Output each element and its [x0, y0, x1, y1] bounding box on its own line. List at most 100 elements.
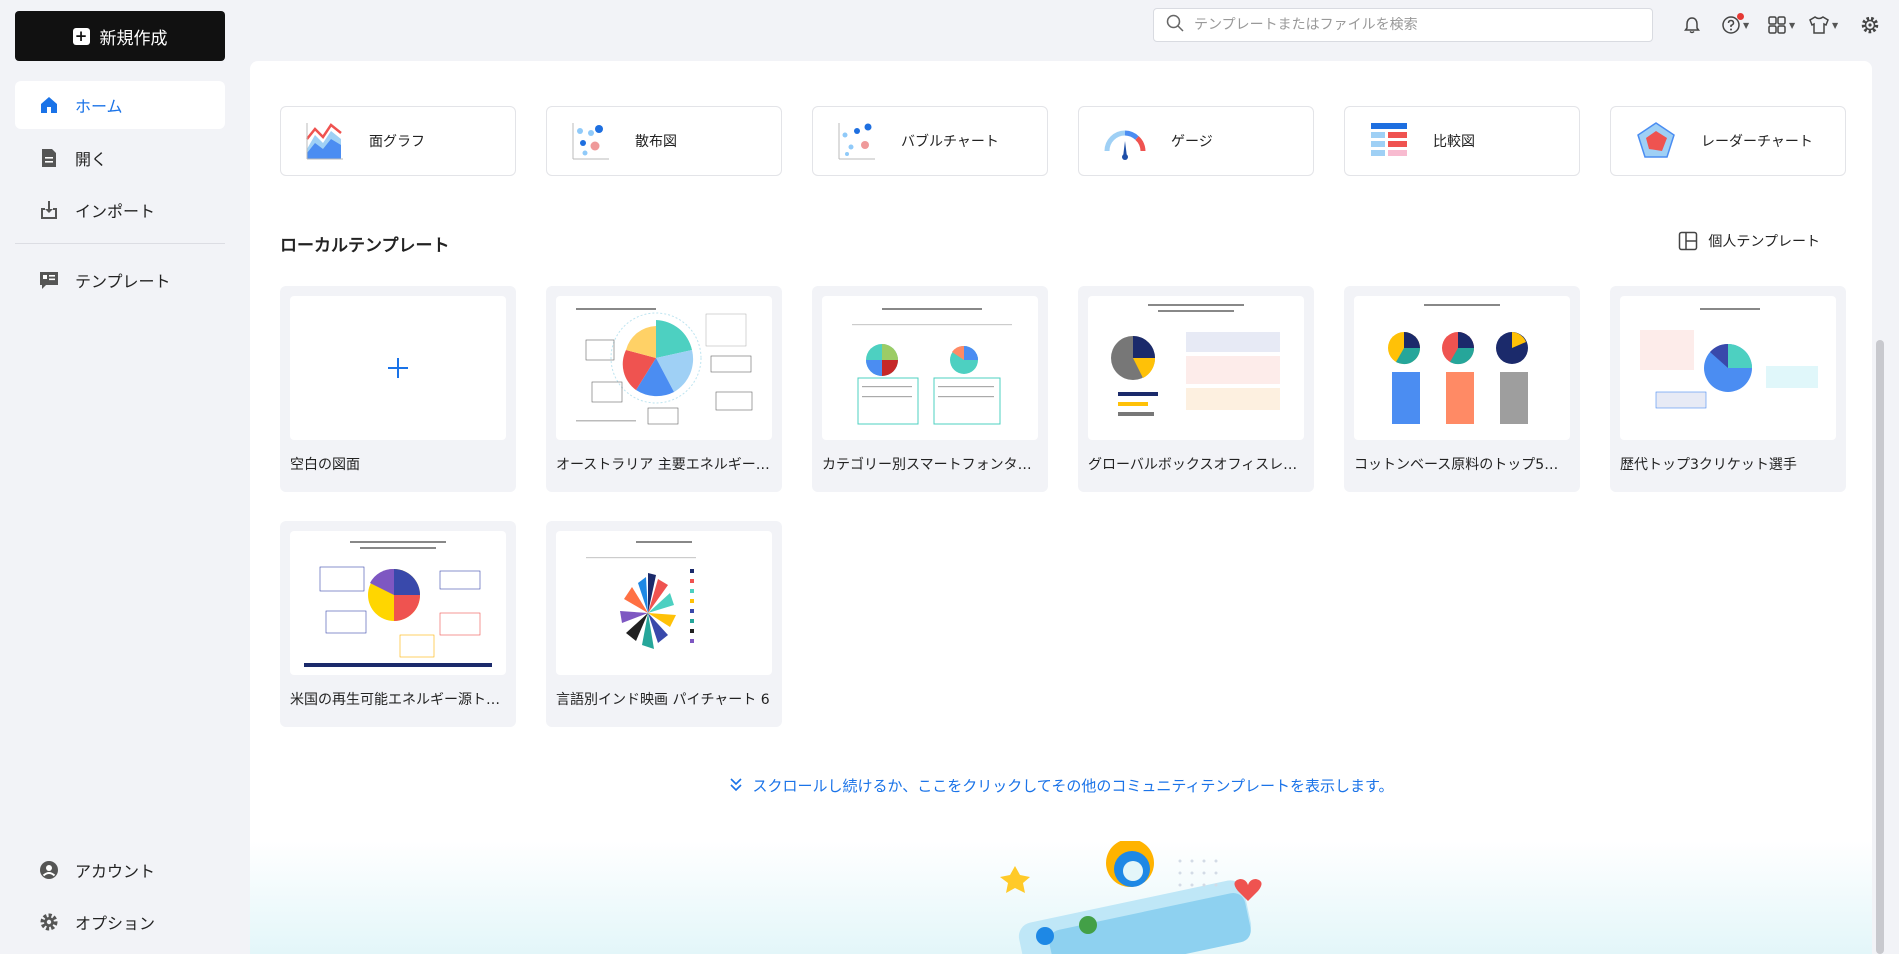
chart-type-bubble[interactable]: バブルチャート: [812, 106, 1048, 176]
search-icon: [1166, 14, 1184, 36]
decorative-illustration-icon: [1000, 839, 1262, 954]
sidebar-item-templates[interactable]: テンプレート: [15, 256, 225, 304]
template-name: カテゴリー別スマートフォンタブレット...: [822, 457, 1038, 473]
sidebar-item-import[interactable]: インポート: [15, 186, 225, 234]
renewable-pie-thumbnail-icon: [304, 541, 492, 667]
chart-type-label: 面グラフ: [369, 134, 425, 150]
search-input[interactable]: [1194, 17, 1634, 33]
chart-type-label: 散布図: [635, 134, 677, 150]
template-name: 空白の図面: [290, 457, 360, 473]
dual-pie-thumbnail-icon: [852, 308, 1012, 425]
new-document-label: 新規作成: [99, 28, 168, 49]
template-name: グローバルボックスオフィスレコードオブ...: [1088, 457, 1304, 473]
template-card[interactable]: 歴代トップ3クリケット選手: [1610, 286, 1846, 492]
rose-pie-thumbnail-icon: [576, 308, 753, 425]
new-document-button[interactable]: + 新規作成: [15, 11, 225, 61]
sidebar-item-open[interactable]: 開く: [15, 134, 225, 182]
comparison-chart-icon: [1371, 123, 1407, 156]
chart-type-comparison[interactable]: 比較図: [1344, 106, 1580, 176]
cricket-pie-thumbnail-icon: [1640, 308, 1818, 409]
template-card[interactable]: グローバルボックスオフィスレコードオブ...: [1078, 286, 1314, 492]
sidebar-item-label: 開く: [75, 150, 108, 169]
account-icon: [39, 860, 59, 880]
community-banner: [250, 839, 1872, 954]
vertical-scrollbar[interactable]: [1876, 340, 1884, 954]
sidebar: + 新規作成 ホーム 開く インポート テンプレート アカウント オプション: [0, 0, 250, 954]
more-community-templates-link[interactable]: スクロールし続けるか、ここをクリックしてその他のコミュニティテンプレートを表示し…: [250, 775, 1872, 796]
chart-type-radar[interactable]: レーダーチャート: [1610, 106, 1846, 176]
chart-type-area[interactable]: 面グラフ: [280, 106, 516, 176]
chart-type-label: ゲージ: [1171, 134, 1213, 150]
gauge-icon: [1104, 130, 1146, 160]
template-card[interactable]: オーストラリア 主要エネルギー消費 ...: [546, 286, 782, 492]
chevron-down-icon: ▼: [1832, 20, 1839, 30]
template-card[interactable]: 言語別インド映画 パイチャート 6: [546, 521, 782, 727]
radar-chart-icon: [1637, 122, 1675, 158]
file-icon: [39, 148, 59, 168]
sidebar-item-label: テンプレート: [75, 272, 171, 291]
chart-type-label: 比較図: [1433, 134, 1475, 150]
box-office-thumbnail-icon: [1111, 304, 1280, 416]
personal-templates-button[interactable]: 個人テンプレート: [1678, 231, 1820, 251]
layout-icon: [1679, 231, 1698, 251]
personal-templates-label: 個人テンプレート: [1708, 234, 1820, 250]
plus-icon: [388, 358, 408, 378]
local-templates-title: ローカルテンプレート: [280, 236, 450, 256]
template-thumbnail: [556, 296, 772, 440]
gear-icon: [39, 912, 59, 932]
template-card[interactable]: コットンベース原料のトップ5輸出国 ...: [1344, 286, 1580, 492]
template-thumbnail: [1088, 296, 1304, 440]
template-card[interactable]: 米国の再生可能エネルギー源トッ...: [280, 521, 516, 727]
sidebar-item-label: インポート: [75, 202, 156, 221]
chevron-down-icon: ▼: [1789, 20, 1796, 30]
sidebar-item-label: オプション: [75, 914, 156, 933]
template-thumbnail: [822, 296, 1038, 440]
double-chevron-down-icon: [729, 776, 743, 796]
home-icon: [39, 95, 59, 115]
template-thumbnail: [1620, 296, 1836, 440]
template-card[interactable]: カテゴリー別スマートフォンタブレット...: [812, 286, 1048, 492]
chart-type-gauge[interactable]: ゲージ: [1078, 106, 1314, 176]
sidebar-item-options[interactable]: オプション: [15, 898, 225, 946]
sidebar-item-account[interactable]: アカウント: [15, 846, 225, 894]
template-name: 歴代トップ3クリケット選手: [1620, 457, 1797, 473]
shirt-icon: [1809, 16, 1829, 34]
notification-dot: [1737, 13, 1744, 20]
template-thumbnail: [1354, 296, 1570, 440]
notification-button[interactable]: [1683, 13, 1701, 37]
plus-icon: +: [72, 27, 90, 45]
template-name: 言語別インド映画 パイチャート 6: [556, 692, 770, 708]
template-name: オーストラリア 主要エネルギー消費 ...: [556, 457, 772, 473]
bubble-chart-icon: [838, 123, 875, 160]
more-link-label: スクロールし続けるか、ここをクリックしてその他のコミュニティテンプレートを表示し…: [752, 777, 1394, 795]
chevron-down-icon: ▼: [1743, 20, 1750, 30]
sidebar-item-label: アカウント: [75, 862, 156, 881]
template-thumbnail: [290, 531, 506, 675]
apps-button[interactable]: ▼: [1767, 13, 1795, 37]
sidebar-item-home[interactable]: ホーム: [15, 81, 225, 129]
template-name: コットンベース原料のトップ5輸出国 ...: [1354, 457, 1570, 473]
chart-type-scatter[interactable]: 散布図: [546, 106, 782, 176]
area-chart-icon: [306, 123, 343, 160]
scatter-chart-icon: [572, 123, 609, 160]
main-panel: 面グラフ 散布図 バブルチャート ゲージ 比較図 レーダーチャート ローカルテン…: [250, 61, 1872, 954]
gear-icon: [1861, 16, 1879, 34]
sidebar-item-label: ホーム: [75, 97, 123, 116]
settings-button[interactable]: [1860, 13, 1880, 37]
search-box[interactable]: [1153, 8, 1653, 42]
apps-grid-icon: [1768, 16, 1786, 34]
bell-icon: [1684, 17, 1700, 34]
template-thumbnail: [556, 531, 772, 675]
language-pie-thumbnail-icon: [586, 541, 696, 649]
chart-type-label: バブルチャート: [901, 134, 999, 150]
template-icon: [39, 270, 59, 290]
sidebar-divider: [15, 243, 225, 244]
chart-type-label: レーダーチャート: [1701, 134, 1813, 150]
import-icon: [39, 200, 59, 220]
theme-button[interactable]: ▼: [1808, 13, 1838, 37]
template-card-blank[interactable]: 空白の図面: [280, 286, 516, 492]
template-name: 米国の再生可能エネルギー源トッ...: [290, 692, 506, 708]
triple-pie-thumbnail-icon: [1388, 304, 1528, 424]
template-thumbnail: [290, 296, 506, 440]
help-button[interactable]: ▼: [1721, 13, 1749, 37]
